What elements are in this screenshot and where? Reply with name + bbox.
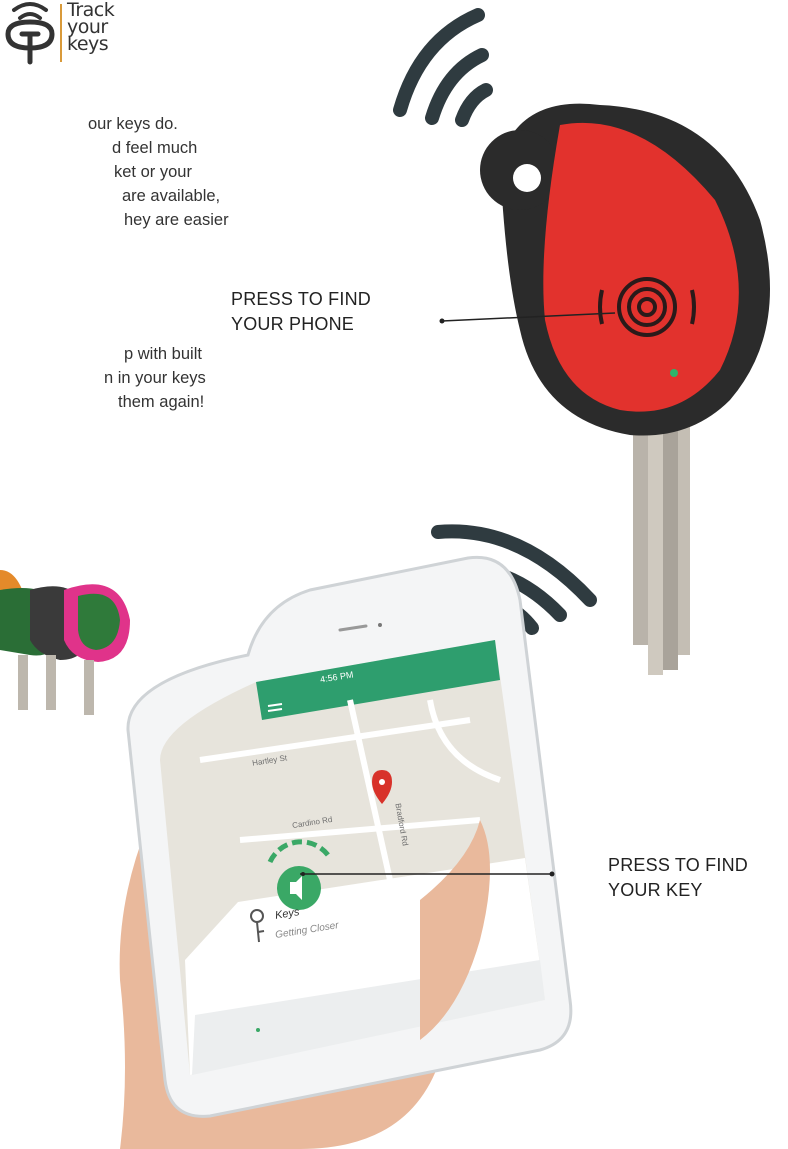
- callout-text: PRESS TO FIND: [608, 855, 748, 875]
- wifi-wave-icon: [393, 8, 493, 127]
- callout-find-key: PRESS TO FIND YOUR KEY: [608, 853, 748, 903]
- callout-text: PRESS TO FIND: [231, 289, 371, 309]
- callout-text: YOUR PHONE: [231, 314, 355, 334]
- callout-text: YOUR KEY: [608, 880, 703, 900]
- smartphone: [126, 555, 573, 1118]
- callout-find-phone: PRESS TO FIND YOUR PHONE: [231, 287, 371, 337]
- product-illustration: [0, 8, 770, 1149]
- colored-key-fobs: [0, 570, 130, 715]
